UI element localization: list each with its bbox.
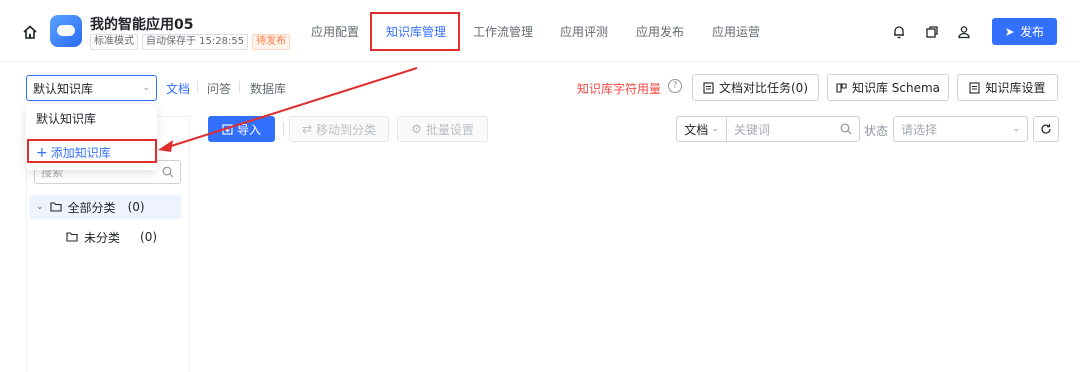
nav-publish[interactable]: 应用发布 (636, 23, 684, 40)
folder-icon (49, 202, 62, 212)
nav-app-config[interactable]: 应用配置 (311, 23, 359, 40)
status-placeholder: 请选择 (901, 122, 938, 137)
chevron-down-icon: ⌄ (142, 83, 150, 93)
search-icon (162, 166, 174, 178)
search-icon (840, 123, 852, 135)
chevron-down-icon: ⌄ (36, 202, 44, 212)
move-icon: ⇄ (301, 122, 313, 136)
nav-operations[interactable]: 应用运营 (712, 23, 760, 40)
move-label: 移动到分类 (316, 122, 377, 137)
move-to-category-button[interactable]: ⇄ 移动到分类 (289, 116, 389, 142)
tree-item-label: 未分类 (84, 230, 121, 245)
highlight-box-add-kb (27, 139, 157, 163)
refresh-button[interactable] (1033, 116, 1059, 142)
document-icon (969, 81, 981, 94)
publish-label: 发布 (1019, 25, 1044, 39)
app-logo (50, 15, 82, 47)
tree-item-all[interactable]: ⌄ 全部分类 (0) (30, 195, 181, 219)
keyword-search-input[interactable]: 关键词 (726, 116, 860, 142)
batch-label: 批量设置 (425, 122, 474, 137)
tree-item-label: 全部分类 (67, 200, 116, 215)
document-icon (703, 81, 714, 94)
dropdown-item-default-kb[interactable]: 默认知识库 (36, 110, 96, 127)
top-bar: 我的智能应用05 标准模式 自动保存于 15:28:55 待发布 应用配置 知识… (0, 0, 1080, 62)
bell-icon[interactable] (891, 24, 907, 40)
status-select[interactable]: 请选择 ⌄ (893, 116, 1028, 142)
help-icon[interactable]: ? (668, 79, 682, 93)
import-button[interactable]: 导入 (208, 116, 275, 142)
filter-type-value: 文档 (684, 122, 709, 137)
app-title: 我的智能应用05 (90, 17, 194, 33)
kb-settings-label: 知识库设置 (985, 81, 1046, 95)
kb-schema-label: 知识库 Schema (851, 81, 941, 95)
tree-item-count: (0) (127, 200, 145, 214)
mode-tag: 标准模式 (90, 34, 138, 50)
import-icon (222, 123, 233, 135)
divider (239, 81, 240, 93)
subtab-qa[interactable]: 问答 (207, 80, 231, 97)
tree-item-count: (0) (140, 230, 158, 244)
subtab-docs[interactable]: 文档 (166, 80, 190, 97)
highlight-box-nav (370, 12, 460, 51)
home-icon[interactable] (22, 24, 38, 40)
status-badge: 待发布 (252, 34, 291, 50)
divider (197, 81, 198, 93)
compare-tasks-label: 文档对比任务(0) (719, 81, 808, 95)
kb-usage-link[interactable]: 知识库字符用量 (577, 80, 661, 97)
publish-button[interactable]: 发布 (992, 18, 1057, 45)
nav-evaluation[interactable]: 应用评测 (560, 23, 608, 40)
keyword-placeholder: 关键词 (734, 122, 771, 137)
tree-item-uncategorized[interactable]: 未分类 (0) (66, 225, 176, 249)
subtab-database[interactable]: 数据库 (250, 80, 286, 97)
kb-selector[interactable]: 默认知识库 ⌄ (26, 75, 157, 101)
nav-workflow[interactable]: 工作流管理 (473, 23, 533, 40)
autosave-tag: 自动保存于 15:28:55 (142, 34, 249, 50)
send-icon (1005, 27, 1014, 36)
copy-icon[interactable] (924, 24, 940, 40)
user-icon[interactable] (956, 24, 972, 40)
folder-icon (66, 232, 78, 242)
divider (283, 122, 284, 136)
schema-icon (836, 82, 847, 93)
kb-settings-button[interactable]: 知识库设置 (957, 74, 1058, 101)
chevron-down-icon: ⌄ (711, 124, 719, 134)
gear-icon: ⚙ (411, 122, 422, 136)
kb-schema-button[interactable]: 知识库 Schema (827, 74, 949, 101)
refresh-icon (1041, 124, 1051, 134)
status-label: 状态 (864, 124, 889, 138)
filter-type-select[interactable]: 文档 ⌄ (676, 116, 726, 142)
chevron-down-icon: ⌄ (1012, 124, 1020, 134)
compare-tasks-button[interactable]: 文档对比任务(0) (692, 74, 819, 101)
app-meta: 标准模式 自动保存于 15:28:55 待发布 (90, 34, 291, 50)
import-label: 导入 (236, 122, 261, 137)
batch-settings-button[interactable]: ⚙ 批量设置 (397, 116, 488, 142)
kb-selector-value: 默认知识库 (33, 81, 94, 96)
